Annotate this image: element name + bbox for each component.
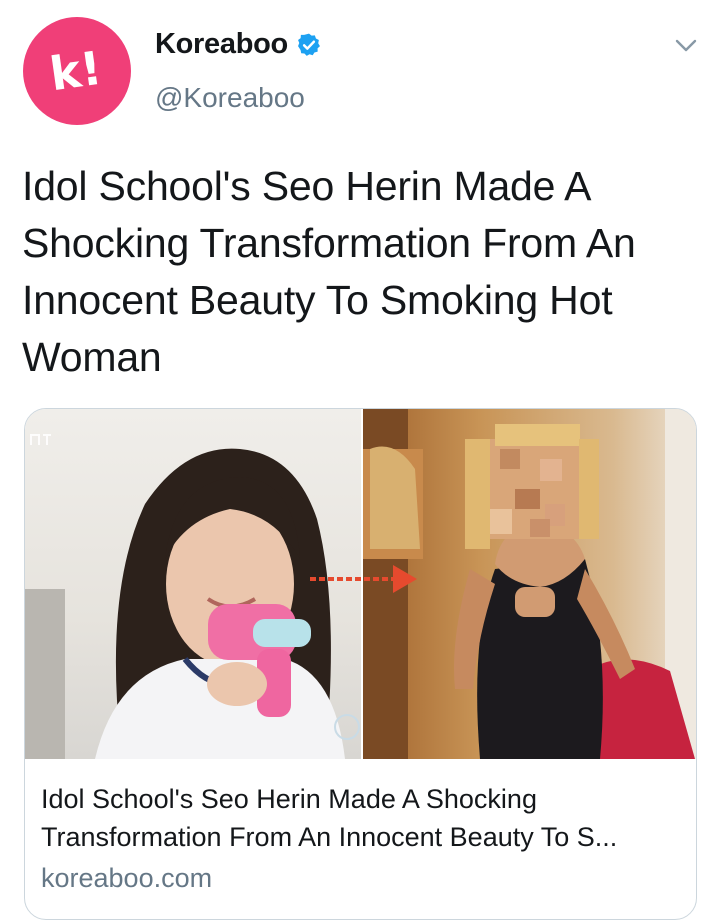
link-preview-card[interactable]: Idol School's Seo Herin Made A Shocking … (24, 408, 697, 920)
card-title-line: Idol School's Seo Herin Made A Shocking (41, 784, 537, 814)
left-photo (25, 409, 361, 759)
user-handle[interactable]: @Koreaboo (155, 82, 305, 114)
card-body: Idol School's Seo Herin Made A Shocking … (41, 780, 681, 897)
chevron-down-icon[interactable] (672, 34, 700, 58)
verified-badge-icon (298, 33, 320, 56)
koreaboo-logo: k! (46, 40, 106, 102)
card-domain: koreaboo.com (41, 863, 213, 893)
tweet-text-line: Idol School's Seo Herin Made A (22, 163, 592, 209)
card-image (25, 409, 696, 759)
display-name[interactable]: Koreaboo (155, 28, 288, 61)
watermark-icon (30, 434, 51, 445)
right-photo (363, 409, 696, 759)
avatar[interactable]: k! (23, 17, 131, 125)
tweet-text: Idol School's Seo Herin Made A Shocking … (22, 158, 712, 386)
card-title-line: Transformation From An Innocent Beauty T… (41, 822, 618, 852)
tweet-text-line: Shocking Transformation From An (22, 220, 636, 266)
author-row: Koreaboo (155, 28, 322, 61)
tweet-text-line: Innocent Beauty To Smoking Hot (22, 277, 613, 323)
tweet-text-line: Woman (22, 334, 162, 380)
